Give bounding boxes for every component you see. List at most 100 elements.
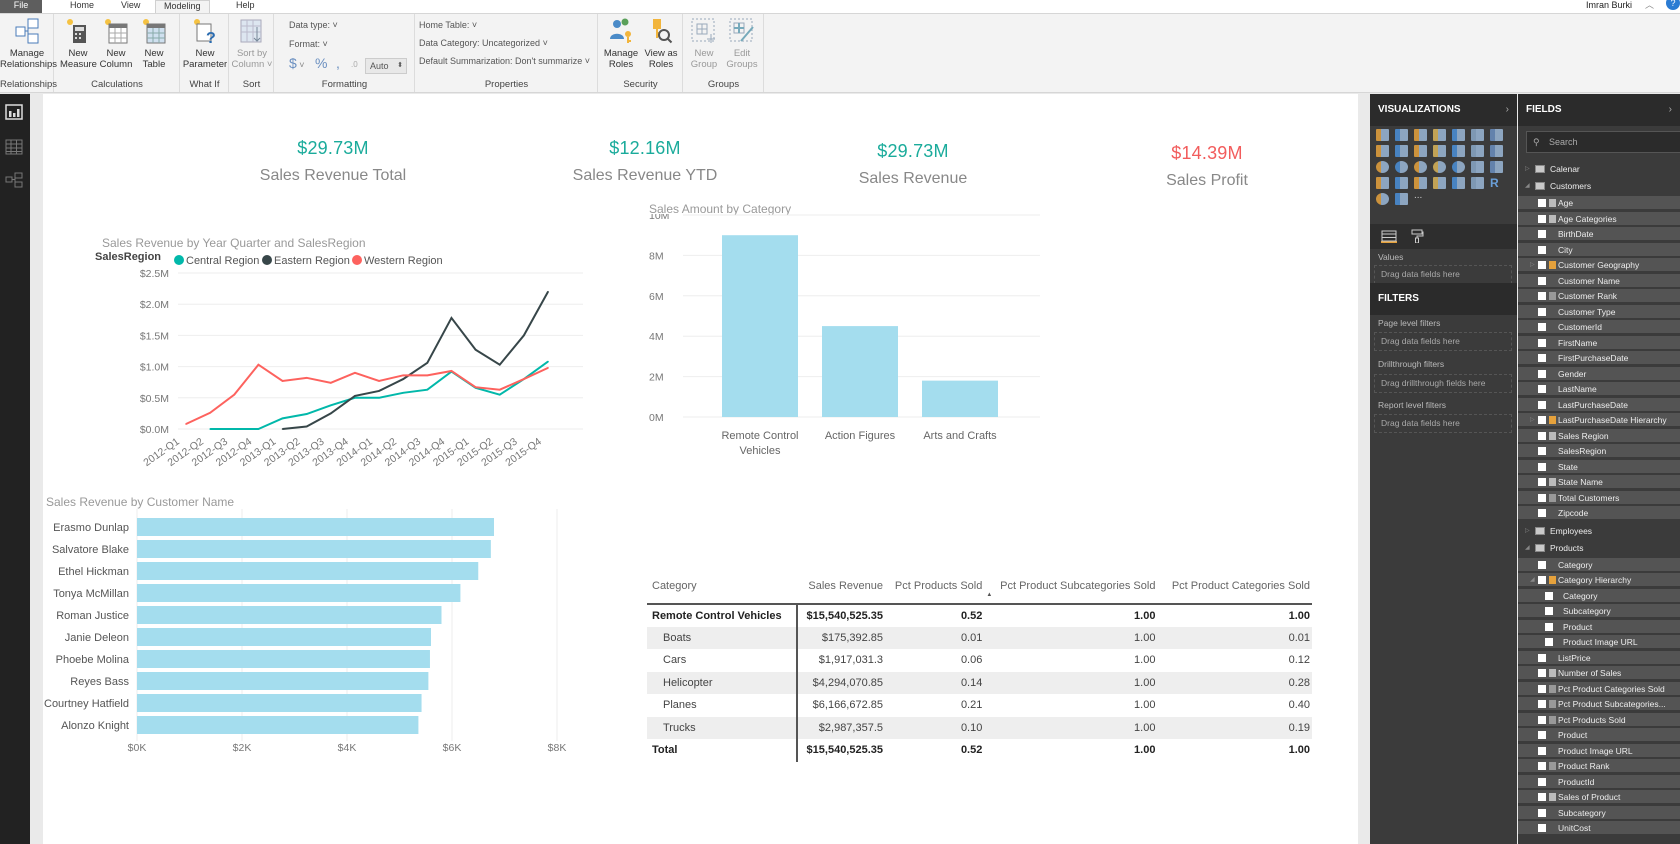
field-item[interactable]: CustomerId [1518, 320, 1680, 334]
field-checkbox[interactable] [1538, 199, 1546, 207]
field-checkbox[interactable] [1538, 369, 1546, 378]
field-item[interactable]: Category [1518, 557, 1680, 572]
data-point[interactable] [547, 367, 549, 369]
field-item[interactable]: State Name [1518, 475, 1680, 489]
expand-icon[interactable]: ▷ [1530, 258, 1535, 272]
data-point[interactable] [378, 380, 380, 382]
data-point[interactable] [330, 404, 332, 407]
drillthrough-drop-zone[interactable]: Drag drillthrough fields here [1374, 374, 1512, 393]
field-checkbox[interactable] [1538, 731, 1546, 739]
data-point[interactable] [378, 397, 380, 399]
field-item[interactable]: ▷ LastPurchaseDate Hierarchy [1518, 413, 1680, 427]
field-checkbox[interactable] [1538, 400, 1546, 409]
field-checkbox[interactable] [1538, 447, 1546, 455]
field-table-calenar[interactable]: ▷ Calenar [1518, 162, 1680, 177]
data-point[interactable] [498, 363, 501, 366]
data-view-icon[interactable] [5, 139, 23, 155]
field-checkbox[interactable] [1538, 323, 1546, 331]
edit-groups-button[interactable]: Edit Groups [724, 17, 760, 70]
bar[interactable] [137, 540, 491, 558]
field-checkbox[interactable] [1538, 385, 1546, 393]
field-checkbox[interactable] [1538, 684, 1546, 693]
tab-file[interactable]: File [0, 0, 42, 13]
bar[interactable] [137, 628, 431, 646]
data-point[interactable] [330, 382, 332, 384]
percent-format-button[interactable]: % [315, 55, 327, 71]
field-item[interactable]: State [1518, 459, 1680, 474]
field-table-employees[interactable]: ▷ Employees [1518, 524, 1680, 539]
fields-search-input[interactable]: ⚲ Search [1526, 131, 1680, 153]
spinner-icon[interactable]: ⬍ [397, 59, 403, 73]
field-item[interactable]: ProductId [1518, 774, 1680, 789]
field-item[interactable]: LastName [1518, 382, 1680, 396]
view-as-roles-button[interactable]: View as Roles [642, 17, 680, 70]
custom-visual-icon[interactable] [1395, 193, 1408, 205]
field-checkbox[interactable] [1545, 622, 1553, 631]
report-filters-drop-zone[interactable]: Drag data fields here [1374, 414, 1512, 433]
tab-modeling[interactable]: Modeling [155, 0, 210, 13]
legend-item[interactable]: Eastern Region [274, 255, 350, 267]
field-item[interactable]: UnitCost [1518, 821, 1680, 835]
100-stacked-column-chart-icon[interactable] [1471, 129, 1484, 141]
field-item[interactable]: LastPurchaseDate [1518, 397, 1680, 412]
card-sales-revenue-total[interactable]: $29.73M Sales Revenue Total [203, 138, 463, 185]
column-header[interactable]: Pct Product Categories Sold [1157, 572, 1312, 605]
data-point[interactable] [233, 393, 236, 396]
bar[interactable] [137, 562, 479, 580]
matrix-row[interactable]: Cars $1,917,031.3 0.06 1.00 0.12 [647, 649, 1312, 672]
manage-relationships-button[interactable]: Manage Relationships [0, 17, 57, 70]
clustered-column-chart-icon[interactable] [1433, 129, 1446, 141]
legend-item[interactable]: Central Region [186, 255, 259, 267]
page-filters-drop-zone[interactable]: Drag data fields here [1374, 332, 1512, 351]
line-chart[interactable]: SalesRegion Central Region Eastern Region W… [83, 249, 583, 509]
field-checkbox[interactable] [1538, 793, 1546, 801]
more-visuals-icon[interactable]: ... [1414, 191, 1427, 205]
field-item[interactable]: Number of Sales [1518, 666, 1680, 680]
field-checkbox[interactable] [1538, 777, 1546, 786]
field-checkbox[interactable] [1538, 669, 1546, 677]
field-item[interactable]: Total Customers [1518, 490, 1680, 505]
line-column-chart-icon[interactable] [1414, 145, 1427, 157]
field-table-customers[interactable]: ◢ Customers [1518, 179, 1680, 194]
field-item[interactable]: Age Categories [1518, 211, 1680, 226]
hierarchy-level-item[interactable]: Product Image URL [1518, 635, 1680, 649]
relationships-view-icon[interactable] [5, 172, 23, 188]
new-measure-button[interactable]: New Measure [60, 17, 97, 70]
column-header[interactable]: Category [647, 572, 797, 605]
field-item[interactable]: Age [1518, 196, 1680, 210]
data-point[interactable] [498, 393, 501, 396]
data-point[interactable] [523, 378, 525, 380]
field-checkbox[interactable] [1538, 808, 1546, 817]
bar[interactable] [137, 606, 442, 624]
tab-view[interactable]: View [113, 0, 148, 13]
data-point[interactable] [498, 388, 501, 391]
field-item[interactable]: Product Image URL [1518, 743, 1680, 758]
treemap-icon[interactable] [1414, 161, 1427, 173]
data-point[interactable] [450, 370, 453, 372]
collapse-icon[interactable]: ◢ [1525, 179, 1530, 193]
new-parameter-button[interactable]: ? New Parameter [181, 17, 229, 70]
donut-chart-icon[interactable] [1395, 161, 1408, 173]
expand-icon[interactable]: ▷ [1525, 162, 1530, 176]
bar[interactable] [137, 584, 461, 602]
area-chart-icon[interactable] [1376, 145, 1389, 157]
data-point[interactable] [426, 374, 429, 377]
field-item[interactable]: BirthDate [1518, 227, 1680, 241]
field-checkbox[interactable] [1545, 638, 1553, 646]
tab-help[interactable]: Help [228, 0, 263, 13]
collapse-icon[interactable]: ◢ [1525, 541, 1530, 555]
field-item[interactable]: Pct Product Subcategories... [1518, 697, 1680, 711]
matrix-row[interactable]: Helicopter $4,294,070.85 0.14 1.00 0.28 [647, 671, 1312, 694]
r-visual-icon[interactable]: R [1490, 177, 1503, 189]
legend-item[interactable]: Western Region [364, 255, 443, 267]
globe-map-icon[interactable] [1376, 193, 1389, 205]
data-point[interactable] [450, 317, 453, 319]
field-item[interactable]: Gender [1518, 366, 1680, 381]
data-point[interactable] [209, 428, 211, 430]
card-sales-revenue-ytd[interactable]: $12.16M Sales Revenue YTD [515, 138, 775, 185]
pie-chart-icon[interactable] [1376, 161, 1389, 173]
user-name[interactable]: Imran Burki [1586, 0, 1632, 10]
table-icon[interactable] [1452, 177, 1465, 189]
data-point[interactable] [257, 428, 260, 430]
new-column-button[interactable]: New Column [98, 17, 134, 70]
